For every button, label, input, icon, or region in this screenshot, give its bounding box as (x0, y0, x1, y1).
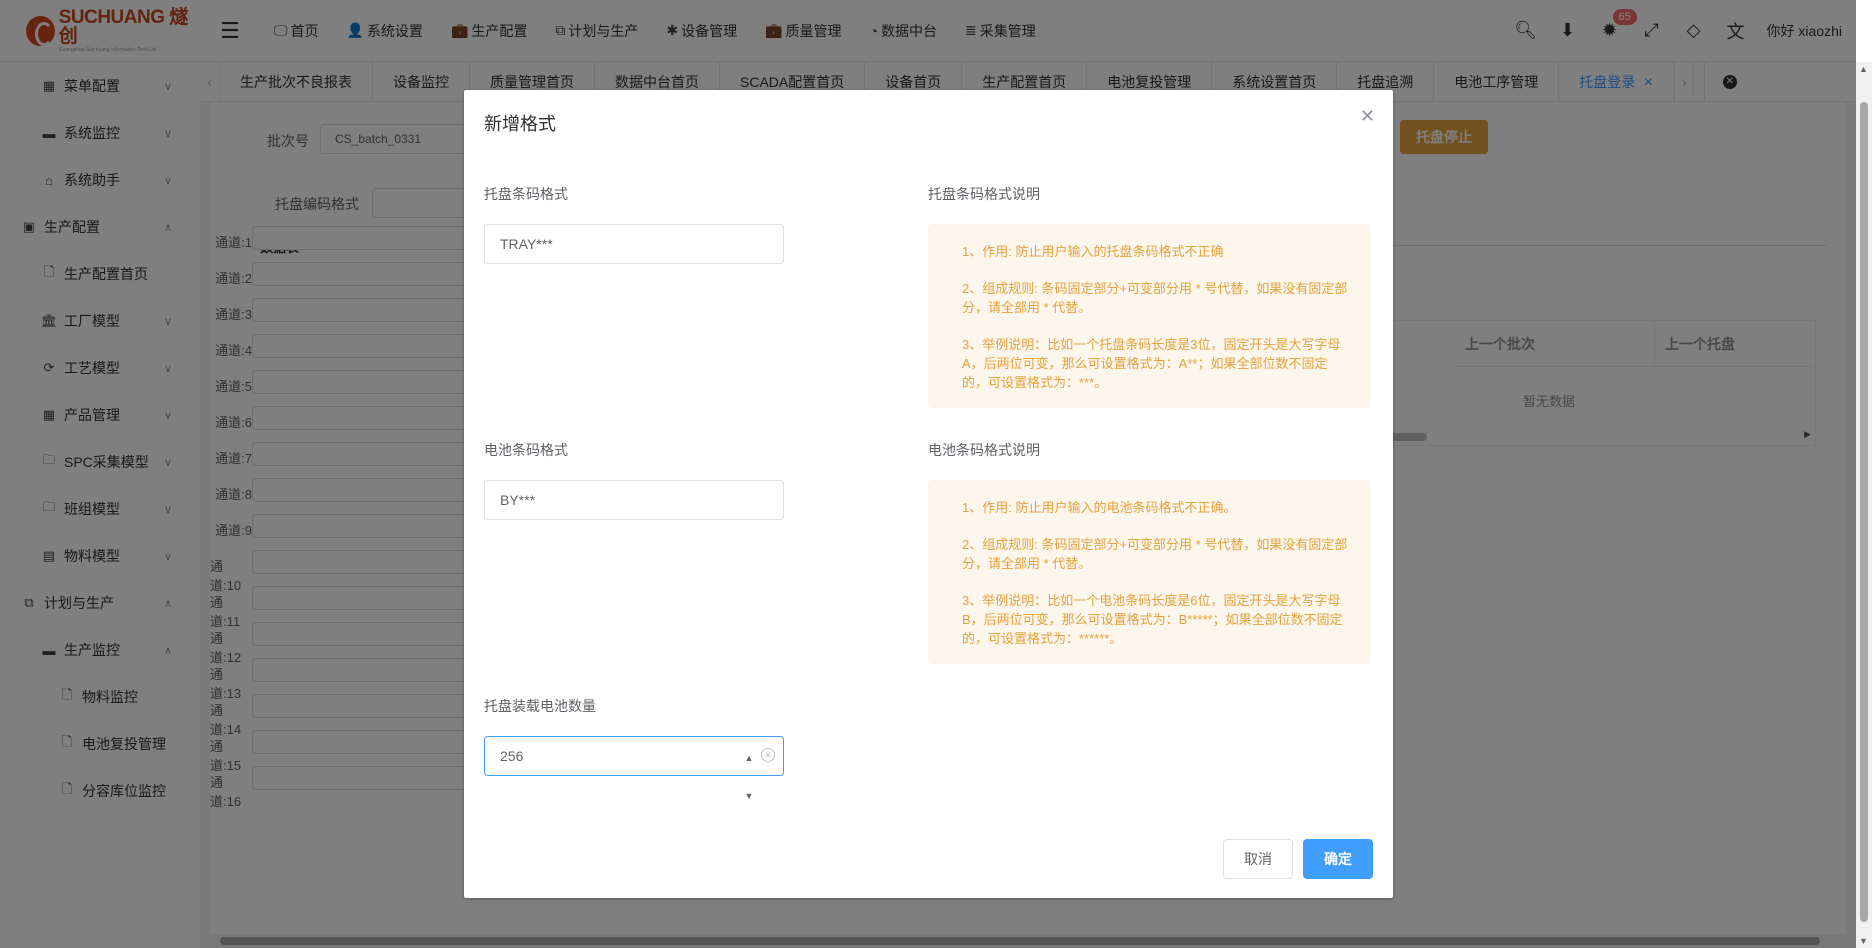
note-line: 3、举例说明：比如一个托盘条码长度是3位，固定开头是大写字母A，后两位可变，那么… (962, 337, 1341, 390)
close-icon[interactable]: ✕ (1360, 106, 1375, 127)
note-line: 2、组成规则: 条码固定部分+可变部分用 * 号代替，如果没有固定部分，请全部用… (962, 281, 1348, 315)
cancel-button[interactable]: 取消 (1223, 839, 1293, 879)
decrement-icon[interactable]: ▼ (745, 777, 754, 815)
tray-battery-qty-input[interactable]: 256 ▲ ▼ ✕ (484, 736, 784, 801)
note-line: 2、组成规则: 条码固定部分+可变部分用 * 号代替，如果没有固定部分，请全部用… (962, 537, 1348, 571)
tray-format-note: 1、作用: 防止用户输入的托盘条码格式不正确 2、组成规则: 条码固定部分+可变部… (928, 224, 1371, 408)
note-line: 1、作用: 防止用户输入的托盘条码格式不正确 (962, 244, 1224, 259)
note-line: 3、举例说明：比如一个电池条码长度是6位，固定开头是大写字母B，后两位可变，那么… (962, 593, 1343, 646)
note-line: 1、作用: 防止用户输入的电池条码格式不正确。 (962, 500, 1237, 515)
vertical-scroll-thumb[interactable] (1860, 102, 1868, 922)
confirm-button[interactable]: 确定 (1303, 839, 1373, 879)
tray-format-field[interactable]: TRAY*** (484, 224, 784, 264)
battery-format-note: 1、作用: 防止用户输入的电池条码格式不正确。 2、组成规则: 条码固定部分+可变… (928, 480, 1371, 664)
battery-format-field[interactable]: BY*** (484, 480, 784, 520)
clear-icon[interactable]: ✕ (761, 748, 775, 762)
tray-format-field-label: 托盘条码格式 (484, 186, 568, 202)
increment-icon[interactable]: ▲ (745, 739, 754, 777)
add-format-dialog: 新增格式 ✕ 托盘条码格式 TRAY*** 托盘条码格式说明 1、作用: 防止用… (464, 90, 1393, 898)
dialog-title: 新增格式 (484, 114, 556, 134)
qty-value: 256 (500, 748, 524, 764)
battery-format-field-label: 电池条码格式 (484, 442, 568, 458)
scroll-up-icon[interactable]: ▲ (1859, 64, 1868, 74)
page-vertical-scrollbar[interactable]: ▲ ▼ (1856, 62, 1872, 948)
scroll-down-icon[interactable]: ▼ (1859, 936, 1868, 946)
tray-note-label: 托盘条码格式说明 (928, 186, 1040, 202)
battery-note-label: 电池条码格式说明 (928, 442, 1040, 458)
tray-battery-qty-label: 托盘装载电池数量 (484, 698, 596, 714)
